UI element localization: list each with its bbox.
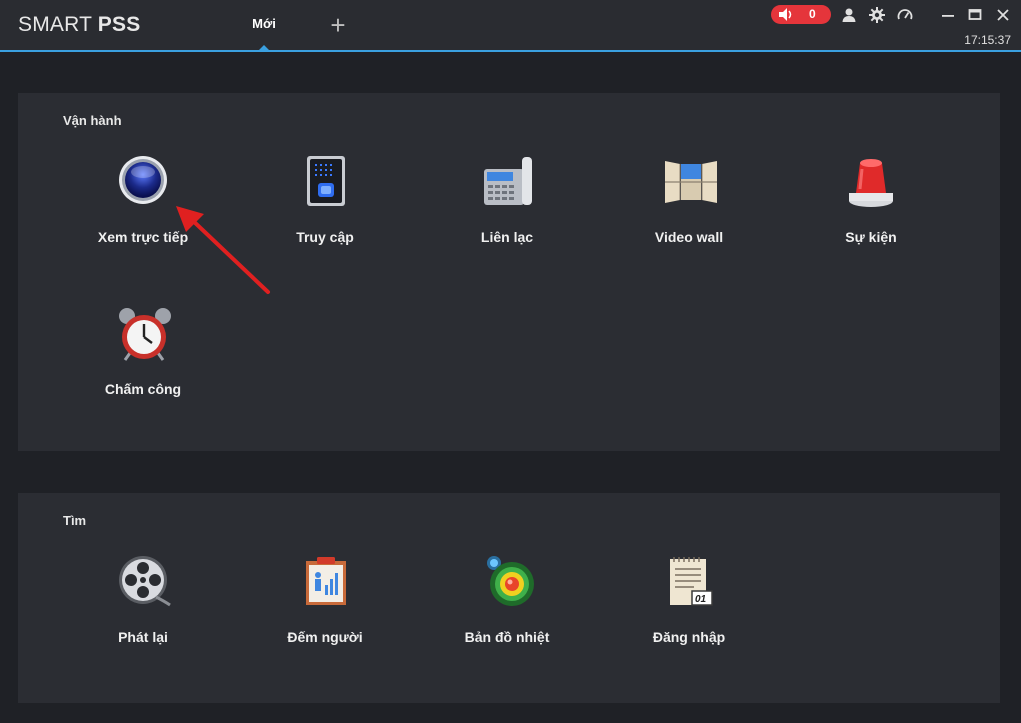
people-count-icon [306,557,346,605]
tile-video-wall[interactable]: Video wall [614,155,764,255]
alarm-clock-icon [119,308,171,361]
active-tab-indicator [259,45,269,50]
tile-people-count-label: Đếm người [287,629,363,645]
tile-event[interactable]: Sự kiện [796,155,946,255]
tab-new[interactable]: Mới [238,0,290,50]
gear-icon[interactable] [869,7,885,23]
minimize-icon[interactable] [940,7,956,23]
maximize-icon[interactable] [967,7,983,23]
phone-icon [484,157,532,205]
clock-time: 17:15:37 [964,33,1011,47]
search-panel: Tìm Phát lại Đếm người Bản đồ nhiệt 01 Đ… [18,493,1000,703]
user-icon[interactable] [841,7,857,23]
tile-contact-label: Liên lạc [480,229,534,245]
svg-text:01: 01 [695,594,707,605]
tile-playback[interactable]: Phát lại [68,555,218,655]
tile-attendance[interactable]: Chấm công [68,307,218,407]
film-reel-icon [119,556,171,607]
heatmap-icon [487,556,534,606]
alarm-light-icon [849,159,893,207]
logo-text-light: SMART [18,13,98,36]
logo-text-bold: PSS [97,13,141,36]
app-logo: SMART PSS [18,13,140,37]
title-bar: SMART PSS Mới + 0 17:15:37 [0,0,1021,52]
tile-attendance-label: Chấm công [104,381,182,397]
tile-contact[interactable]: Liên lạc [432,155,582,255]
tile-login-log[interactable]: 01 Đăng nhập [614,555,764,655]
annotation-arrow [176,206,270,294]
speedometer-icon[interactable] [897,7,913,23]
tile-video-wall-label: Video wall [654,229,724,245]
tile-people-count[interactable]: Đếm người [250,555,400,655]
operation-section-title: Vận hành [63,113,122,128]
search-section-title: Tìm [63,513,87,528]
tile-playback-label: Phát lại [118,629,168,645]
camera-lens-icon [119,156,167,204]
video-wall-icon [665,161,717,203]
tile-login-log-label: Đăng nhập [652,629,726,645]
tile-event-label: Sự kiện [845,229,897,245]
speaker-icon [779,8,792,21]
alarm-badge[interactable]: 0 [771,5,831,24]
add-tab-button[interactable]: + [327,12,349,38]
operation-panel: Vận hành Xem trực tiếp Truy cập Liên lạc… [18,93,1000,451]
log-icon: 01 [670,557,713,606]
tab-new-label: Mới [252,16,276,31]
tile-heatmap-label: Bản đồ nhiệt [464,629,550,645]
tile-heatmap[interactable]: Bản đồ nhiệt [432,555,582,655]
close-icon[interactable] [995,7,1011,23]
access-control-icon [307,156,345,206]
scrollbar[interactable] [1015,52,1021,723]
alarm-count: 0 [809,7,816,21]
